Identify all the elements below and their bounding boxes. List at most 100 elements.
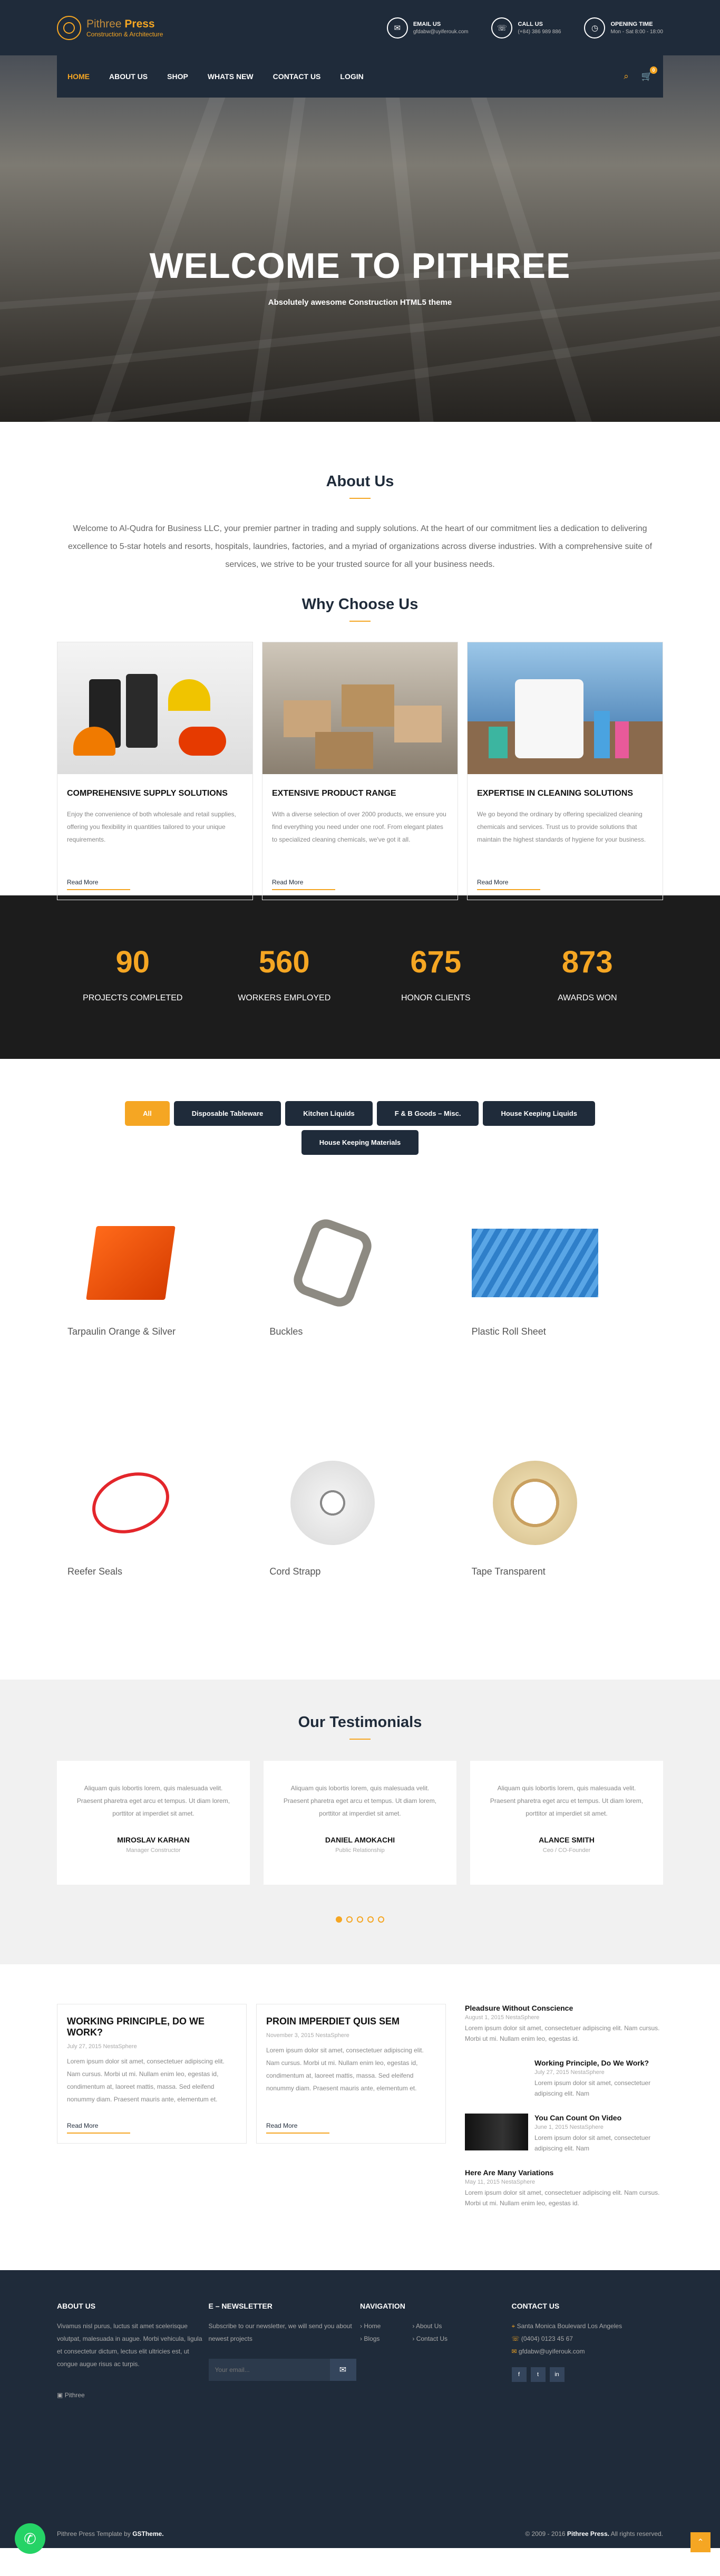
post-title[interactable]: Working Principle, Do We Work? bbox=[534, 2059, 661, 2067]
product-name[interactable]: Cord Strapp bbox=[269, 1566, 320, 1577]
read-more-link[interactable]: Read More bbox=[67, 879, 130, 890]
twitter-icon[interactable]: t bbox=[530, 2367, 546, 2382]
product-item[interactable]: Cord Strapp bbox=[259, 1419, 461, 1658]
carousel-dot[interactable] bbox=[357, 1916, 363, 1923]
contact-hours: ◷ Opening time Mon - Sat 8:00 - 18:00 bbox=[584, 17, 663, 38]
logo-icon bbox=[57, 15, 81, 40]
post-text: Lorem ipsum dolor sit amet, consectetuer… bbox=[465, 2189, 660, 2207]
blog-text: Lorem ipsum dolor sit amet, consectetuer… bbox=[266, 2047, 424, 2092]
recent-post[interactable]: Here Are Many Variations May 11, 2015 Nes… bbox=[465, 2168, 661, 2208]
product-item[interactable]: Tape Transparent bbox=[461, 1419, 663, 1658]
card-title: COMPREHENSIVE SUPPLY SOLUTIONS bbox=[67, 789, 228, 798]
product-name[interactable]: Tape Transparent bbox=[472, 1566, 546, 1577]
footer-link-home[interactable]: › Home bbox=[360, 2320, 381, 2332]
filter-housekeeping-materials[interactable]: House Keeping Materials bbox=[301, 1130, 419, 1155]
search-icon[interactable]: ⌕ bbox=[624, 71, 629, 82]
post-meta: August 1, 2015 NestaSphere bbox=[465, 2014, 540, 2021]
testimonial-text: Aliquam quis lobortis lorem, quis malesu… bbox=[283, 1784, 437, 1817]
credit-text: Pithree Press Template by GSTheme. bbox=[57, 2530, 164, 2538]
filter-disposable-tableware[interactable]: Disposable Tableware bbox=[173, 1101, 281, 1126]
newsletter-email-input[interactable] bbox=[208, 2359, 330, 2381]
carousel-dot[interactable] bbox=[367, 1916, 374, 1923]
nav-contact[interactable]: CONTACT US bbox=[273, 72, 321, 81]
brand-name-a: Pithree bbox=[86, 17, 122, 30]
recent-post[interactable]: Pleadsure Without Conscience August 1, 20… bbox=[465, 2004, 661, 2044]
footer-heading: NAVIGATION bbox=[360, 2302, 405, 2310]
nav-whats-new[interactable]: WHATS NEW bbox=[208, 72, 254, 81]
recent-post[interactable]: You Can Count On Video June 1, 2015 Nesta… bbox=[465, 2114, 661, 2154]
footer-about-text: Vivamus nisl purus, luctus sit amet scel… bbox=[57, 2322, 202, 2368]
filter-fb-goods[interactable]: F & B Goods – Misc. bbox=[376, 1101, 479, 1126]
carousel-dot[interactable] bbox=[336, 1916, 342, 1923]
clock-icon: ◷ bbox=[584, 17, 606, 38]
read-more-link[interactable]: Read More bbox=[67, 2122, 130, 2134]
product-image bbox=[65, 1455, 197, 1550]
product-item[interactable]: Buckles bbox=[259, 1179, 461, 1419]
post-title[interactable]: Pleadsure Without Conscience bbox=[465, 2004, 661, 2012]
product-item[interactable]: Reefer Seals bbox=[57, 1419, 259, 1658]
testimonial-role: Ceo / CO-Founder bbox=[542, 1847, 591, 1854]
blog-title[interactable]: PROIN IMPERDIET QUIS SEM bbox=[266, 2016, 436, 2027]
contact-value[interactable]: (+84) 386 989 886 bbox=[518, 29, 561, 35]
stat-item: 560 WORKERS EMPLOYED bbox=[226, 944, 342, 1003]
stat-item: 873 AWARDS WON bbox=[529, 944, 645, 1003]
product-item[interactable]: Tarpaulin Orange & Silver bbox=[57, 1179, 259, 1419]
blog-text: Lorem ipsum dolor sit amet, consectetuer… bbox=[67, 2058, 225, 2103]
card-title: EXPERTISE IN CLEANING SOLUTIONS bbox=[477, 789, 634, 798]
nav-home[interactable]: HOME bbox=[67, 72, 90, 81]
blog-meta: July 27, 2015 NestaSphere bbox=[67, 2043, 137, 2050]
products-section: All Disposable Tableware Kitchen Liquids… bbox=[0, 1059, 720, 1658]
footer: ABOUT US Vivamus nisl purus, luctus sit … bbox=[0, 2270, 720, 2548]
testimonial-role: Public Relationship bbox=[335, 1847, 385, 1854]
filter-all[interactable]: All bbox=[125, 1101, 170, 1126]
blog-title[interactable]: WORKING PRINCIPLE, DO WE WORK? bbox=[67, 2016, 237, 2038]
recent-post[interactable]: Working Principle, Do We Work? July 27, 2… bbox=[465, 2059, 661, 2099]
newsletter-submit-button[interactable]: ✉ bbox=[329, 2359, 356, 2381]
nav-about[interactable]: ABOUT US bbox=[109, 72, 148, 81]
brand-logo[interactable]: Pithree Press Construction & Architectur… bbox=[57, 15, 163, 40]
testimonials-section: Our Testimonials Aliquam quis lobortis l… bbox=[0, 1680, 720, 1964]
facebook-icon[interactable]: f bbox=[511, 2367, 527, 2382]
card-title: EXTENSIVE PRODUCT RANGE bbox=[272, 789, 396, 798]
product-item[interactable]: Plastic Roll Sheet bbox=[461, 1179, 663, 1419]
carousel-dot[interactable] bbox=[346, 1916, 353, 1923]
stat-item: 675 HONOR CLIENTS bbox=[378, 944, 494, 1003]
whatsapp-icon[interactable]: ✆ bbox=[15, 2523, 45, 2554]
cart-icon[interactable]: 🛒 0 bbox=[641, 66, 657, 82]
post-title[interactable]: Here Are Many Variations bbox=[465, 2168, 661, 2177]
why-title: Why Choose Us bbox=[57, 596, 663, 622]
footer-contact: CONTACT US ⌖ Santa Monica Boulevard Los … bbox=[511, 2302, 664, 2399]
carousel-dot[interactable] bbox=[378, 1916, 384, 1923]
stat-label: PROJECTS COMPLETED bbox=[83, 993, 183, 1002]
product-name[interactable]: Buckles bbox=[269, 1326, 303, 1337]
scroll-top-button[interactable]: ⌃ bbox=[690, 2532, 711, 2552]
footer-heading: CONTACT US bbox=[511, 2302, 560, 2310]
footer-newsletter: E – NEWSLETTER Subscribe to our newslett… bbox=[208, 2302, 361, 2399]
post-text: Lorem ipsum dolor sit amet, consectetuer… bbox=[534, 2134, 651, 2152]
filter-kitchen-liquids[interactable]: Kitchen Liquids bbox=[285, 1101, 373, 1126]
product-name[interactable]: Plastic Roll Sheet bbox=[472, 1326, 546, 1337]
footer-email[interactable]: ✉ gfdabw@uyiferouk.com bbox=[512, 2345, 664, 2358]
contact-value: Mon - Sat 8:00 - 18:00 bbox=[610, 28, 663, 35]
nav-shop[interactable]: SHOP bbox=[167, 72, 188, 81]
footer-logo: ▣ Pithree bbox=[57, 2391, 209, 2399]
footer-link-about[interactable]: › About Us bbox=[412, 2320, 447, 2332]
stat-number: 873 bbox=[561, 945, 613, 979]
post-title[interactable]: You Can Count On Video bbox=[534, 2114, 661, 2122]
footer-link-contact[interactable]: › Contact Us bbox=[412, 2332, 447, 2345]
stat-label: WORKERS EMPLOYED bbox=[238, 993, 331, 1002]
footer-phone: ☏ (0404) 0123 45 67 bbox=[511, 2335, 573, 2342]
read-more-link[interactable]: Read More bbox=[272, 879, 335, 890]
nav-login[interactable]: LOGIN bbox=[340, 72, 363, 81]
contact-value[interactable]: gfdabw@uyiferouk.com bbox=[413, 29, 469, 35]
filter-housekeeping-liquids[interactable]: House Keeping Liquids bbox=[483, 1101, 595, 1126]
product-name[interactable]: Reefer Seals bbox=[67, 1566, 122, 1577]
linkedin-icon[interactable]: in bbox=[549, 2367, 565, 2382]
recent-posts: Pleadsure Without Conscience August 1, 20… bbox=[465, 2004, 661, 2223]
read-more-link[interactable]: Read More bbox=[477, 879, 540, 890]
product-name[interactable]: Tarpaulin Orange & Silver bbox=[67, 1326, 176, 1337]
footer-link-blogs[interactable]: › Blogs bbox=[360, 2332, 381, 2345]
phone-icon: ☏ bbox=[491, 17, 513, 38]
read-more-link[interactable]: Read More bbox=[266, 2122, 329, 2134]
card-image bbox=[57, 642, 252, 774]
